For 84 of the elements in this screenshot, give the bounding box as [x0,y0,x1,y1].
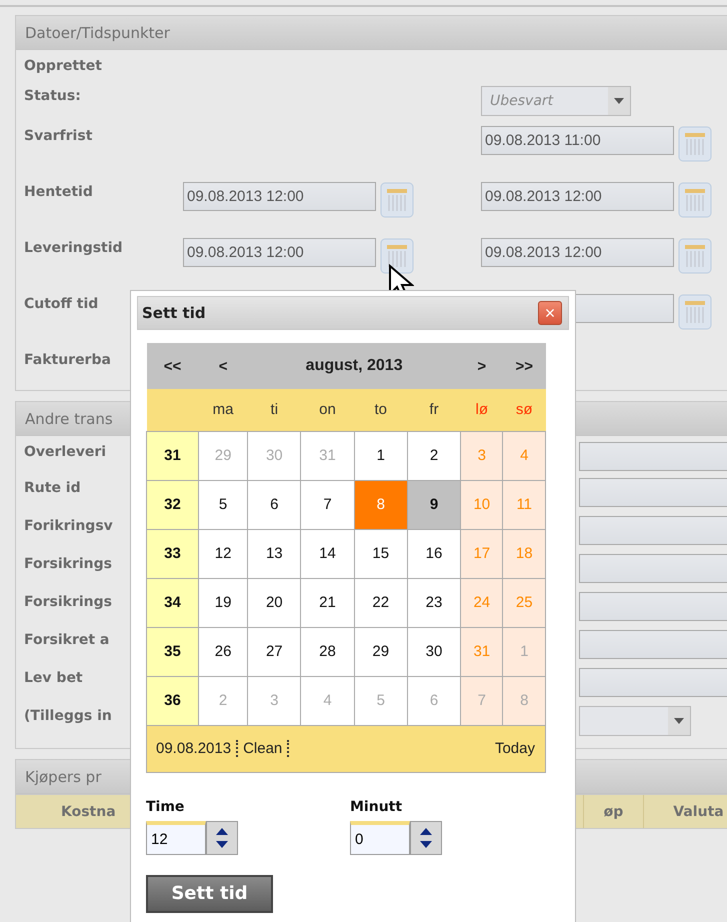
date-input[interactable]: 09.08.2013 11:00 [481,126,674,155]
field-label: Overleveri [24,443,106,462]
spinner-arrows-icon[interactable] [206,820,238,854]
weekday-header: ma [198,389,248,431]
calendar-day[interactable]: 6 [248,480,301,529]
weekday-header: ti [248,389,301,431]
field-label: Svarfrist [24,127,92,146]
section-title: Datoer/Tidspunkter [16,16,727,50]
week-number: 31 [146,431,198,480]
field-label: Fakturerba [24,351,111,370]
field-label: (Tilleggs in [24,707,112,726]
week-number: 33 [146,529,198,578]
calendar-day[interactable]: 15 [354,529,408,578]
week-number: 32 [146,480,198,529]
clean-link[interactable]: Clean [238,740,290,757]
text-input[interactable] [579,478,727,507]
calendar-day[interactable]: 12 [198,529,248,578]
calendar-day[interactable]: 2 [407,431,461,480]
weekday-header: to [354,389,408,431]
today-link[interactable]: Today [490,740,540,757]
dropdown-caret-icon[interactable] [608,87,630,115]
date-input[interactable]: 09.08.2013 12:00 [183,182,376,211]
calendar-day[interactable]: 1 [354,431,408,480]
calendar-day[interactable]: 28 [300,627,354,676]
calendar-day[interactable]: 30 [407,627,461,676]
text-input[interactable] [579,554,727,583]
field-label: Forsikrings [24,555,112,574]
week-number: 35 [146,627,198,676]
calendar-day[interactable]: 9 [407,480,461,529]
calendar-day[interactable]: 5 [198,480,248,529]
number-input[interactable]: 12 [146,820,206,854]
field-label: Cutoff tid [24,295,98,314]
month-title: august, 2013 [248,343,461,389]
field-label: Forsikrings [24,593,112,612]
calendar-day[interactable]: 21 [300,578,354,627]
field-label: Opprettet [24,57,102,76]
dialog-title: Sett tid [142,304,206,322]
number-input[interactable]: 0 [350,820,410,854]
weekday-header: sø [502,389,546,431]
calendar-day[interactable]: 27 [248,627,301,676]
column-header: øp [584,795,644,828]
calendar-day[interactable]: 13 [248,529,301,578]
text-input[interactable] [579,442,727,471]
text-input[interactable] [579,592,727,621]
text-input[interactable] [579,630,727,659]
nav-button[interactable]: < [198,343,248,389]
nav-button[interactable]: << [146,343,198,389]
spinner-label: Minutt [350,798,404,814]
calendar-day[interactable]: 14 [300,529,354,578]
nav-button[interactable]: >> [502,343,546,389]
spinner-arrows-icon[interactable] [410,820,442,854]
weekday-header: fr [407,389,461,431]
selected-date-link[interactable]: 09.08.2013 [151,740,238,757]
text-input[interactable] [579,668,727,697]
weekday-header: on [300,389,354,431]
calendar-day[interactable]: 29 [354,627,408,676]
calendar-day[interactable]: 23 [407,578,461,627]
field-label: Forikringsv [24,517,113,536]
column-header: Valuta [644,795,727,828]
week-number: 34 [146,578,198,627]
field-label: Hentetid [24,183,93,202]
field-label: Rute id [24,479,81,498]
week-column-header [146,389,198,431]
field-label: Status: [24,87,81,106]
date-input[interactable]: 09.08.2013 12:00 [481,238,674,267]
spinner-label: Time [146,798,186,814]
calendar-day[interactable]: 26 [198,627,248,676]
calendar-day[interactable]: 7 [300,480,354,529]
calendar-day[interactable]: 22 [354,578,408,627]
date-input[interactable]: 09.08.2013 12:00 [183,238,376,267]
weekday-header: lø [460,389,503,431]
date-input[interactable]: 09.08.2013 12:00 [481,182,674,211]
field-label: Leveringstid [24,239,123,258]
set-time-button[interactable]: Sett tid [146,874,273,912]
calendar-day[interactable]: 16 [407,529,461,578]
calendar-icon[interactable] [380,238,414,274]
calendar-day[interactable]: 19 [198,578,248,627]
calendar-day[interactable]: 20 [248,578,301,627]
dropdown-caret-icon[interactable] [668,707,690,735]
field-label: Lev bet [24,669,83,688]
week-number: 36 [146,676,198,725]
nav-button[interactable]: > [460,343,503,389]
field-label: Forsikret a [24,631,110,650]
text-input[interactable] [579,516,727,545]
